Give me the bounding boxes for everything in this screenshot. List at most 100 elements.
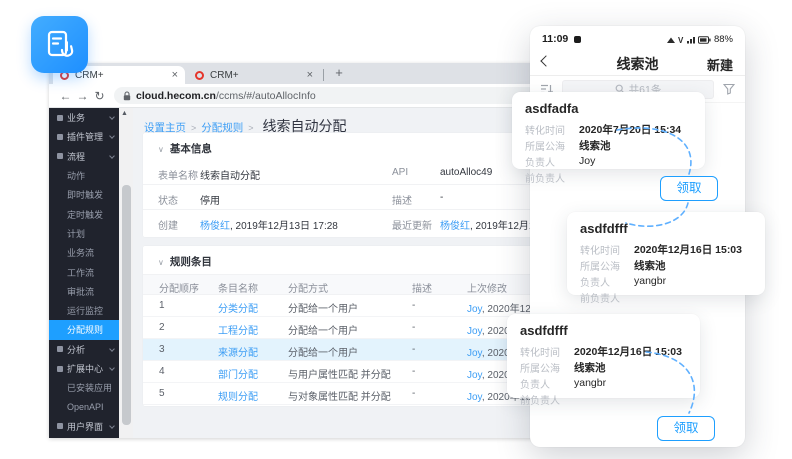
sidebar-item-business[interactable]: 业务 bbox=[49, 108, 119, 127]
field-value: Joy bbox=[579, 155, 595, 167]
sidebar-item-extension-center[interactable]: 扩展中心 bbox=[49, 359, 119, 378]
lead-card[interactable]: asdfdfff 转化时间2020年12月16日 15:03 所属公海线索池 负… bbox=[507, 314, 700, 398]
new-tab-button[interactable]: + bbox=[331, 65, 347, 81]
chevron-down-icon bbox=[109, 423, 115, 429]
sidebar-item-plan[interactable]: 计划 bbox=[49, 224, 119, 243]
sidebar-item-instant-trigger[interactable]: 即时触发 bbox=[49, 185, 119, 204]
table-row[interactable]: 1 分类分配 分配给一个用户 - Joy, 2020年12月24日 11 bbox=[143, 295, 560, 317]
status-rec-icon bbox=[574, 36, 581, 43]
table-row-selected[interactable]: 3 来源分配 分配给一个用户 - Joy, 2020年12 bbox=[143, 339, 560, 361]
sidebar-item-business-flow[interactable]: 业务流 bbox=[49, 243, 119, 262]
lead-card[interactable]: asdfadfa 转化时间2020年7月20日 15:34 所属公海线索池 负责… bbox=[512, 92, 705, 169]
sidebar-item-user-interface[interactable]: 用户界面 bbox=[49, 417, 119, 436]
field-label: 负责人 bbox=[580, 274, 634, 289]
reload-icon[interactable]: ↻ bbox=[91, 89, 108, 103]
user-link[interactable]: Joy bbox=[467, 370, 482, 381]
tab-crm-inactive[interactable]: CRM+ × bbox=[188, 66, 320, 84]
sidebar-item-openapi[interactable]: OpenAPI bbox=[49, 397, 119, 416]
sidebar-item-plugins[interactable]: 插件管理 bbox=[49, 127, 119, 146]
table-row[interactable]: 5 规则分配 与对象属性匹配 并分配 - Joy, 2020年12 bbox=[143, 383, 560, 405]
field-value: yangbr bbox=[634, 275, 666, 287]
sidebar-scrollbar[interactable]: ▲ bbox=[119, 108, 133, 438]
new-button[interactable]: 新建 bbox=[707, 55, 733, 74]
filter-icon[interactable] bbox=[723, 83, 735, 95]
field-label: 转化时间 bbox=[525, 122, 579, 137]
user-link[interactable]: Joy bbox=[467, 348, 482, 359]
sidebar-item-approval-flow[interactable]: 审批流 bbox=[49, 282, 119, 301]
basic-info-title[interactable]: ∨基本信息 bbox=[158, 141, 212, 156]
field-label: API bbox=[392, 167, 408, 178]
field-value: 2020年7月20日 15:34 bbox=[579, 122, 681, 137]
status-icons: V bbox=[666, 34, 712, 45]
browser-toolbar: ← → ↻ cloud.hecom.cn/ccms/#/autoAllocInf… bbox=[49, 84, 560, 108]
rule-entries-title[interactable]: ∨规则条目 bbox=[158, 254, 212, 269]
field-label: 所属公海 bbox=[525, 138, 579, 153]
scrollbar-thumb[interactable] bbox=[122, 185, 131, 425]
field-label: 前负责人 bbox=[525, 170, 579, 185]
field-value: 2020年12月16日 15:03 bbox=[634, 242, 742, 257]
process-icon bbox=[57, 153, 63, 159]
field-value: 2020年12月16日 15:03 bbox=[574, 344, 682, 359]
url-path: /ccms/#/autoAllocInfo bbox=[216, 90, 316, 102]
sidebar-item-installed-apps[interactable]: 已安装应用 bbox=[49, 378, 119, 397]
column-header: 分配方式 bbox=[288, 280, 328, 295]
chevron-down-icon bbox=[109, 114, 115, 120]
basic-info-row: 状态 停用 描述 - bbox=[143, 185, 560, 210]
sidebar-item-timed-trigger[interactable]: 定时触发 bbox=[49, 204, 119, 223]
claim-button[interactable]: 领取 bbox=[660, 176, 718, 201]
volte-icon: V bbox=[678, 36, 684, 45]
close-icon[interactable]: × bbox=[307, 70, 313, 81]
user-link[interactable]: 杨俊红 bbox=[200, 221, 230, 232]
field-label: 描述 bbox=[392, 192, 412, 207]
lead-title: asdfadfa bbox=[525, 101, 692, 116]
analysis-icon bbox=[57, 346, 63, 352]
breadcrumb-sep-icon: > bbox=[191, 123, 196, 133]
field-value: 杨俊红, 2019年12月13日 17:28 bbox=[200, 217, 338, 232]
forward-icon[interactable]: → bbox=[74, 89, 91, 103]
sidebar-item-action[interactable]: 动作 bbox=[49, 166, 119, 185]
user-link[interactable]: Joy bbox=[467, 326, 482, 337]
sidebar-item-alloc-rules[interactable]: 分配规则 bbox=[49, 320, 119, 339]
sidebar-item-process[interactable]: 流程 bbox=[49, 147, 119, 166]
scroll-up-icon[interactable]: ▲ bbox=[121, 110, 128, 117]
rule-link[interactable]: 工程分配 bbox=[218, 322, 258, 337]
table-row[interactable]: 4 部门分配 与用户属性匹配 并分配 - Joy, 2020年12 bbox=[143, 361, 560, 383]
url-bar[interactable]: cloud.hecom.cn/ccms/#/autoAllocInfo bbox=[114, 87, 552, 104]
user-link[interactable]: 杨俊红 bbox=[440, 221, 470, 232]
field-label: 创建 bbox=[158, 217, 178, 232]
basic-info-card: ∨基本信息 表单名称 线索自动分配 API autoAlloc49 状态 停用 … bbox=[143, 133, 560, 237]
claim-button[interactable]: 领取 bbox=[657, 416, 715, 441]
user-link[interactable]: Joy bbox=[467, 392, 482, 403]
table-row[interactable]: 2 工程分配 分配给一个用户 - Joy, 2020年12 bbox=[143, 317, 560, 339]
lead-card[interactable]: asdfdfff 转化时间2020年12月16日 15:03 所属公海线索池 负… bbox=[567, 212, 765, 295]
battery-percent: 88% bbox=[714, 34, 733, 45]
column-header: 条目名称 bbox=[218, 280, 258, 295]
chevron-down-icon bbox=[109, 365, 115, 371]
sidebar-item-analysis[interactable]: 分析 bbox=[49, 340, 119, 359]
table-header-row: 分配顺序 条目名称 分配方式 描述 上次修改 bbox=[143, 274, 560, 295]
rule-link[interactable]: 分类分配 bbox=[218, 300, 258, 315]
field-label: 所属公海 bbox=[520, 360, 574, 375]
field-value: yangbr bbox=[574, 377, 606, 389]
url-text: cloud.hecom.cn/ccms/#/autoAllocInfo bbox=[136, 90, 316, 102]
field-value: - bbox=[440, 192, 443, 203]
sidebar-item-workflow[interactable]: 工作流 bbox=[49, 262, 119, 281]
crm-favicon-icon bbox=[195, 71, 204, 80]
basic-info-row: 表单名称 线索自动分配 API autoAlloc49 bbox=[143, 160, 560, 185]
back-icon[interactable]: ← bbox=[57, 89, 74, 103]
sidebar-item-run-monitor[interactable]: 运行监控 bbox=[49, 301, 119, 320]
rule-link[interactable]: 规则分配 bbox=[218, 388, 258, 403]
close-icon[interactable]: × bbox=[172, 70, 178, 81]
tab-title: CRM+ bbox=[75, 70, 168, 81]
chevron-down-icon bbox=[109, 346, 115, 352]
caret-down-icon: ∨ bbox=[158, 145, 164, 154]
rule-link[interactable]: 部门分配 bbox=[218, 366, 258, 381]
rule-link[interactable]: 来源分配 bbox=[218, 344, 258, 359]
app-logo-icon bbox=[31, 16, 88, 73]
chevron-down-icon bbox=[109, 133, 115, 139]
user-link[interactable]: Joy bbox=[467, 304, 482, 315]
breadcrumb-sep-icon: > bbox=[248, 123, 253, 133]
chevron-down-icon bbox=[109, 153, 115, 159]
field-label: 最近更新 bbox=[392, 217, 432, 232]
caret-down-icon: ∨ bbox=[158, 258, 164, 267]
